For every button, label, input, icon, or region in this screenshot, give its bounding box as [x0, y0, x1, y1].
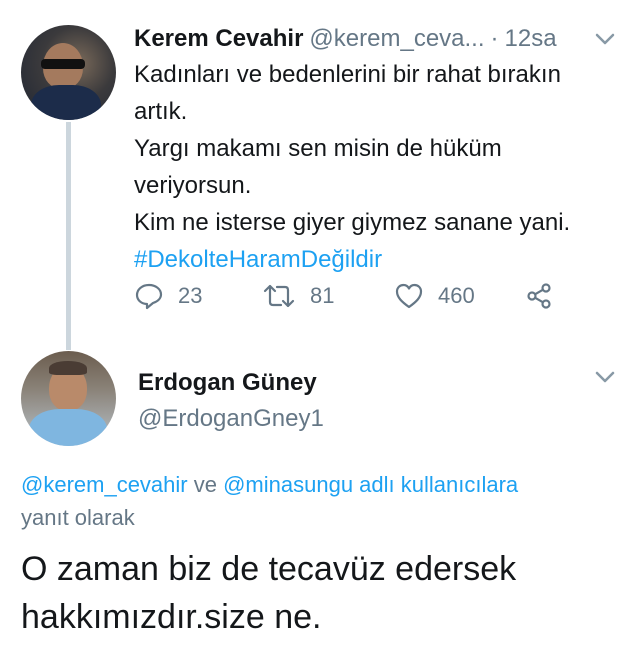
tweet-text-line: Yargı makamı sen misin de hüküm [134, 135, 502, 162]
author-name[interactable]: Kerem Cevahir [134, 25, 303, 52]
heart-icon [395, 283, 423, 309]
chevron-down-icon[interactable] [594, 370, 616, 384]
thread-line [66, 122, 71, 350]
reply-text-line: O zaman biz de tecavüz edersek [21, 550, 517, 588]
reply-context: @kerem_cevahir ve @minasungu adlı kullan… [21, 468, 621, 534]
original-tweet[interactable]: Kerem Cevahir @kerem_ceva... · 12sa Kadınla… [0, 0, 635, 350]
chevron-down-icon[interactable] [594, 32, 616, 46]
reply-author-handle[interactable]: @ErdoganGney1 [138, 402, 324, 436]
tweet-text-line: veriyorsun. [134, 172, 252, 199]
retweet-icon [263, 284, 295, 308]
tweet-text: Kadınları ve bedenlerini bir rahat bırak… [134, 56, 624, 278]
mention-link[interactable]: @kerem_cevahir [21, 472, 188, 497]
reply-text: O zaman biz de tecavüz edersek hakkımızd… [21, 545, 621, 641]
avatar[interactable] [21, 351, 116, 446]
reply-author-name[interactable]: Erdogan Güney [138, 366, 317, 400]
author-handle[interactable]: @kerem_ceva... [309, 25, 484, 52]
share-button[interactable] [524, 278, 554, 314]
tweet-text-line: Kim ne isterse giyer giymez sanane yani. [134, 209, 571, 236]
retweet-button[interactable]: 81 [262, 278, 334, 314]
tweet-actions: 23 81 460 [134, 278, 614, 314]
hashtag-link[interactable]: #DekolteHaramDeğildir [134, 241, 624, 278]
separator-dot: · [490, 25, 499, 52]
tweet-text-line: artık. [134, 98, 188, 125]
reply-button[interactable]: 23 [134, 278, 202, 314]
reply-icon [135, 283, 163, 310]
reply-count: 23 [178, 283, 203, 308]
tweet-time[interactable]: 12sa [505, 25, 557, 52]
share-icon [527, 283, 551, 309]
tweet-header: Kerem Cevahir @kerem_ceva... · 12sa [134, 22, 614, 56]
avatar[interactable] [21, 25, 116, 120]
reply-context-suffix[interactable]: adlı kullanıcılara [353, 472, 518, 497]
like-count: 460 [438, 283, 475, 308]
reply-context-label: yanıt olarak [21, 505, 135, 530]
reply-context-connector: ve [187, 472, 224, 497]
mention-link[interactable]: @minasungu [223, 472, 353, 497]
reply-text-line: hakkımızdır.size ne. [21, 598, 322, 636]
retweet-count: 81 [310, 283, 335, 308]
like-button[interactable]: 460 [394, 278, 475, 314]
tweet-text-line: Kadınları ve bedenlerini bir rahat bırak… [134, 61, 561, 88]
